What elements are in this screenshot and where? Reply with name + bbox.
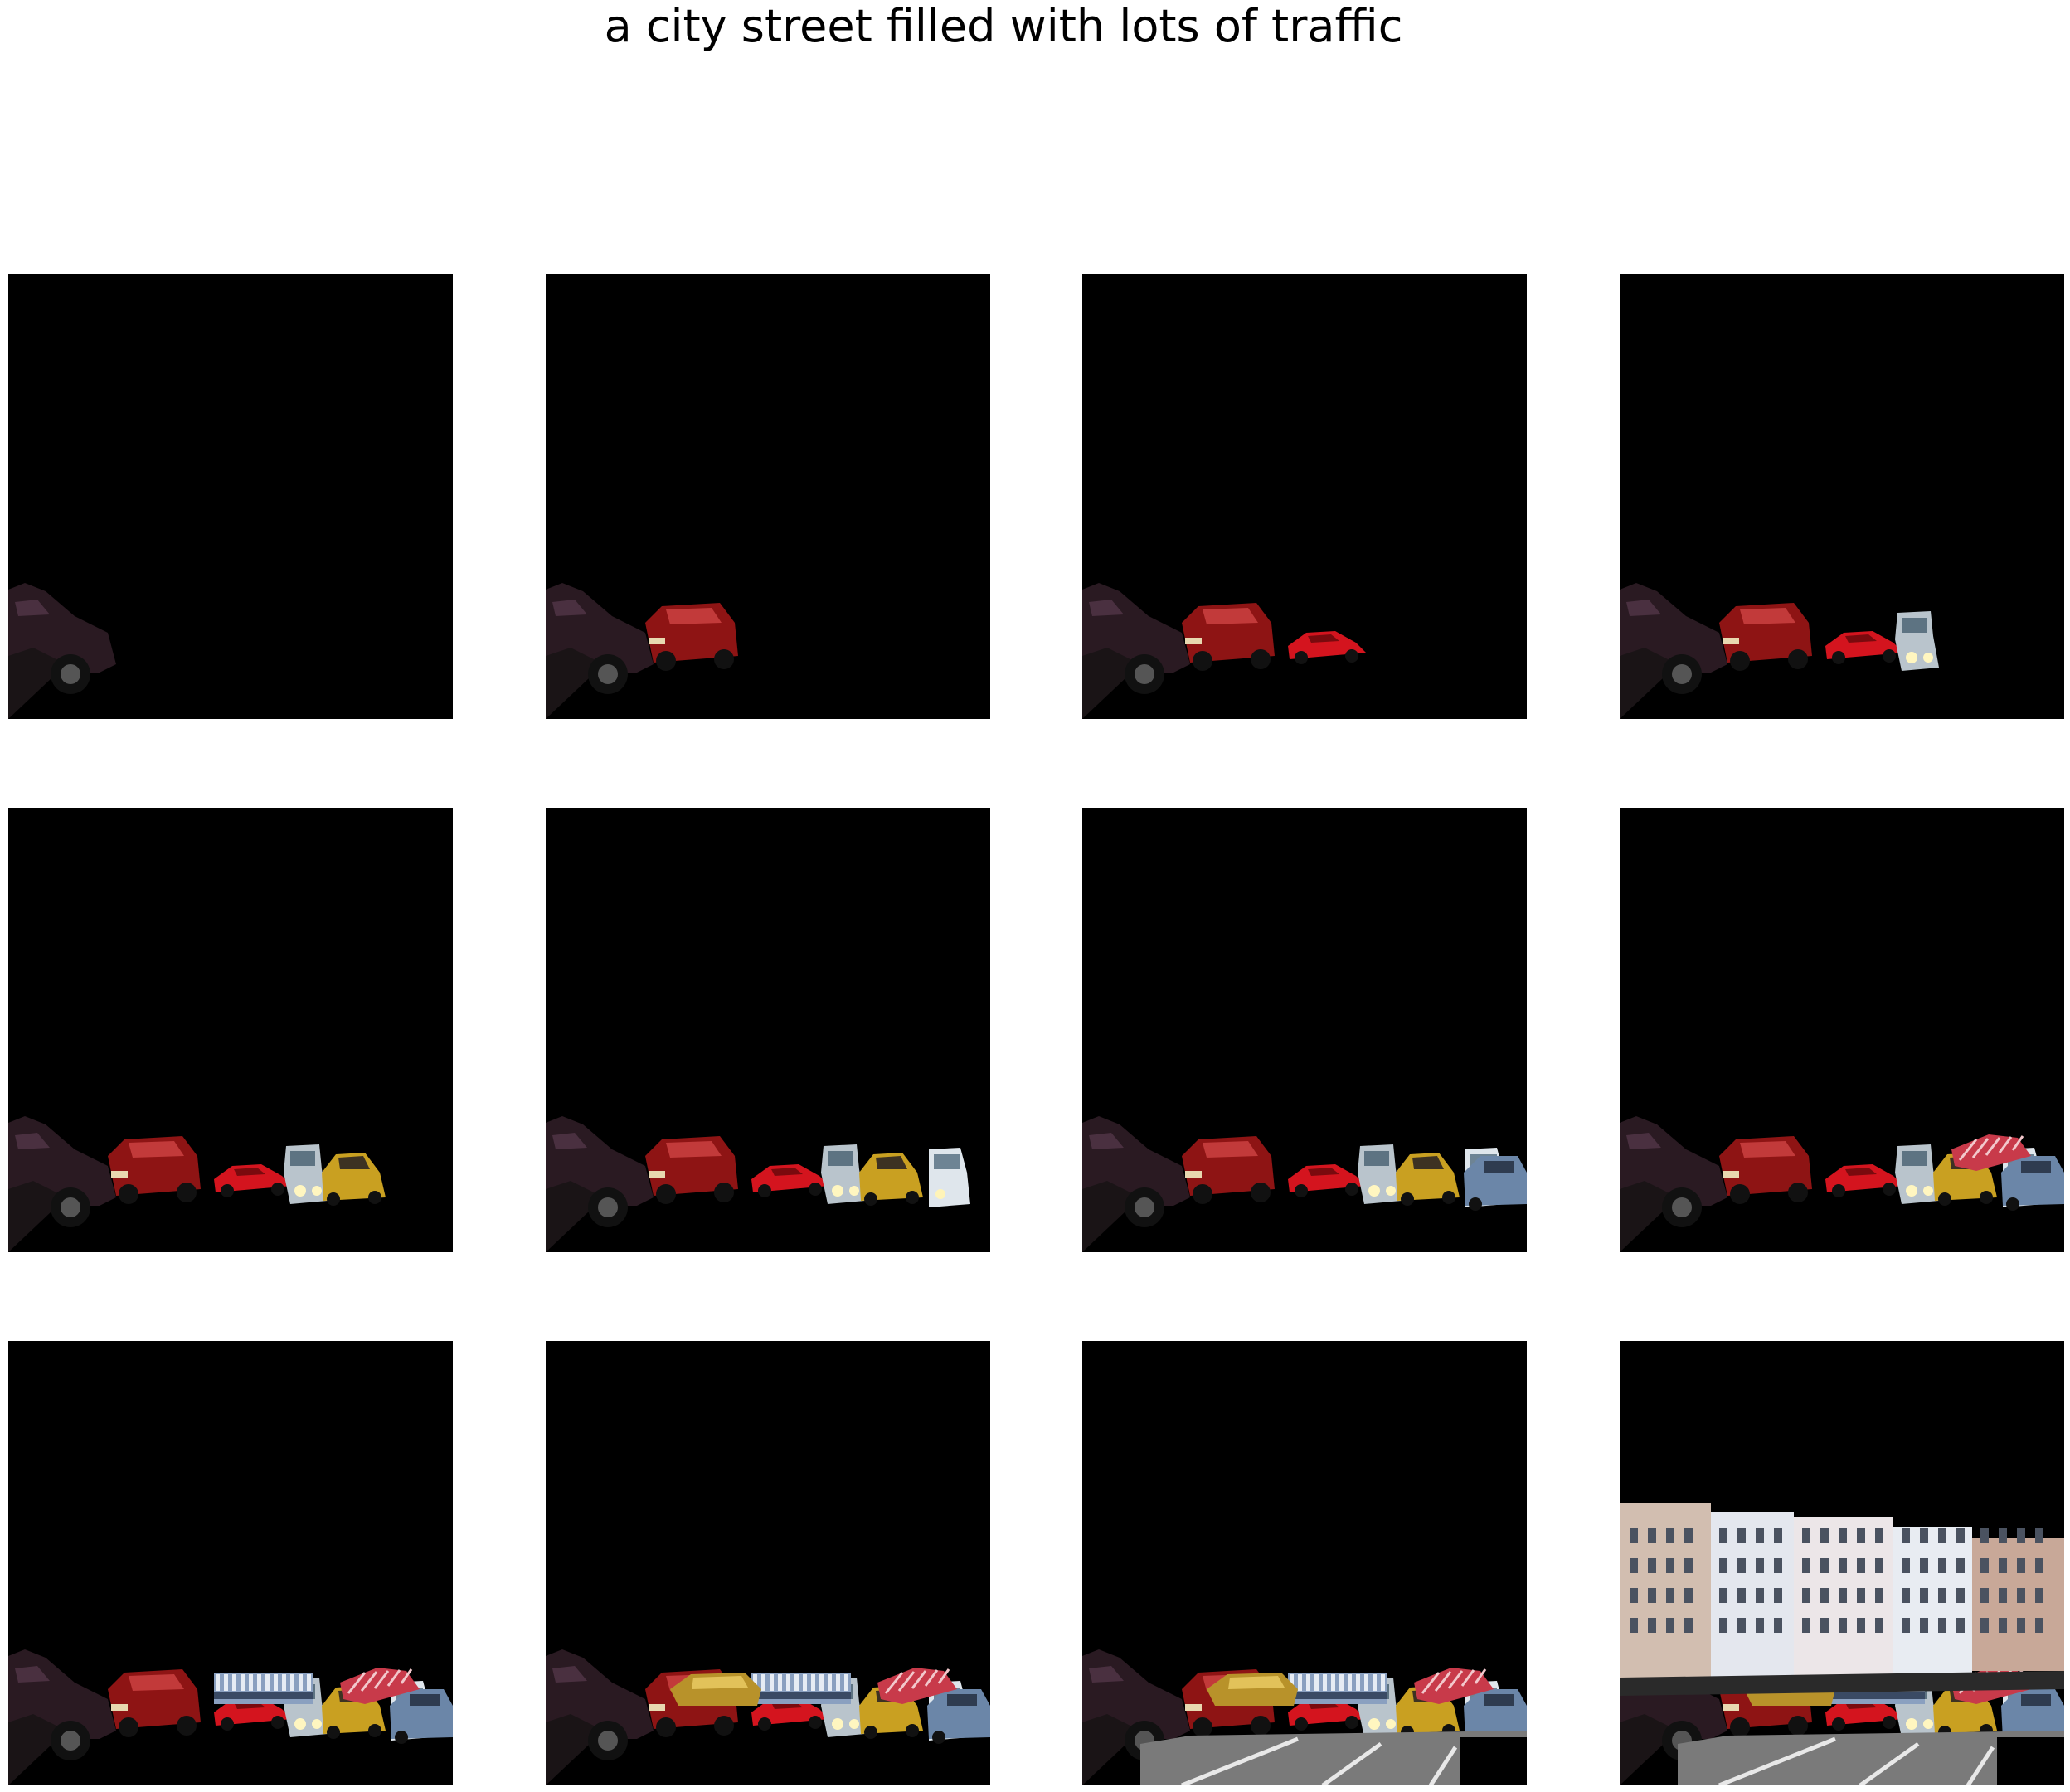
- composite-panel-3: [1082, 274, 1527, 719]
- composite-panel-8: [1620, 808, 2064, 1252]
- layer-dark-suv: [8, 583, 116, 719]
- panel-image: [546, 583, 738, 719]
- layer-red-sports-car: [1825, 1164, 1903, 1197]
- layer-blue-car: [390, 1689, 453, 1744]
- panel-image: [8, 1116, 386, 1252]
- layer-red-sports-car: [1825, 631, 1903, 664]
- layer-dark-suv: [546, 1116, 654, 1252]
- layer-dark-suv: [1620, 1116, 1727, 1252]
- layer-red-suv: [1719, 1136, 1812, 1204]
- composite-panel-5: [8, 808, 453, 1252]
- composite-panel-12: [1620, 1341, 2064, 1785]
- panel-image: [1082, 583, 1366, 719]
- layer-striped-bus: [1288, 1673, 1387, 1704]
- layer-red-suv: [1182, 1136, 1275, 1204]
- layer-silver-van: [284, 1144, 328, 1204]
- panel-image: [1082, 1649, 1527, 1785]
- panel-image: [546, 1649, 990, 1785]
- layer-striped-bus: [751, 1673, 851, 1704]
- layer-red-sports-car: [1288, 631, 1366, 664]
- composite-panel-10: [546, 1341, 990, 1785]
- panel-image: [1620, 1503, 2064, 1785]
- layer-dark-suv: [546, 583, 654, 719]
- figure-title: a city street filled with lots of traffi…: [604, 0, 1403, 52]
- layer-dark-suv: [8, 1649, 116, 1785]
- layer-road: [1140, 1731, 1527, 1785]
- layer-striped-bus: [214, 1673, 313, 1704]
- layer-red-suv: [645, 603, 738, 671]
- panel-image: [1620, 1116, 2064, 1252]
- layer-dark-suv: [1082, 583, 1190, 719]
- layer-dark-suv: [8, 1116, 116, 1252]
- composite-panel-11: [1082, 1341, 1527, 1785]
- composite-panel-7: [1082, 808, 1527, 1252]
- layer-yellow-car: [859, 1153, 923, 1206]
- layer-red-suv: [1182, 603, 1275, 671]
- composite-panel-2: [546, 274, 990, 719]
- panel-image: [1620, 583, 1939, 719]
- panel-image: [8, 1649, 453, 1785]
- layer-red-sports-car: [1288, 1164, 1366, 1197]
- layer-dark-suv: [1082, 1116, 1190, 1252]
- layer-road: [1678, 1731, 2064, 1785]
- layer-buildings: [1620, 1503, 2064, 1696]
- layer-yellow-car: [322, 1153, 386, 1206]
- layer-silver-van: [821, 1144, 865, 1204]
- layer-red-suv: [645, 1136, 738, 1204]
- panel-image: [546, 1116, 970, 1252]
- panel-image: [1082, 1116, 1527, 1252]
- layer-red-suv: [108, 1136, 201, 1204]
- layer-blue-car: [927, 1689, 990, 1744]
- layer-red-sports-car: [214, 1164, 292, 1197]
- layer-red-suv: [1719, 603, 1812, 671]
- panel-image: [8, 583, 116, 719]
- layer-blue-car: [1464, 1156, 1527, 1211]
- layer-silver-van: [1895, 611, 1939, 671]
- composite-panel-1: [8, 274, 453, 719]
- layer-blue-car: [2001, 1156, 2064, 1211]
- layer-white-van: [929, 1148, 970, 1207]
- layer-yellow-car: [1396, 1153, 1460, 1206]
- layer-red-sports-car: [751, 1164, 829, 1197]
- composite-panel-4: [1620, 274, 2064, 719]
- layer-dark-suv: [546, 1649, 654, 1785]
- layer-silver-van: [1358, 1144, 1402, 1204]
- layer-dark-suv: [1620, 583, 1727, 719]
- composite-panel-9: [8, 1341, 453, 1785]
- layer-silver-van: [1895, 1144, 1939, 1204]
- composite-panel-6: [546, 808, 990, 1252]
- layer-red-suv: [108, 1669, 201, 1737]
